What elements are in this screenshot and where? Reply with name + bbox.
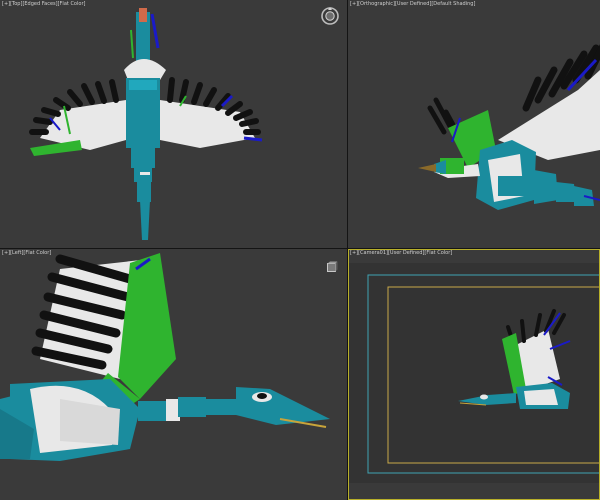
viewport-top[interactable]: [+][Top][Edged Faces][Flat Color] (0, 0, 347, 248)
viewport-shading-label[interactable]: [Edged Faces] (22, 1, 57, 7)
viewport-display-label[interactable]: [Flat Color] (23, 250, 51, 256)
viewport-divider-vertical[interactable] (347, 0, 348, 500)
camera-frame-overlay (348, 263, 600, 483)
viewport-display-label[interactable]: [Flat Color] (58, 1, 86, 7)
viewport-pov-label[interactable]: [Left] (10, 250, 23, 256)
viewport-left[interactable]: [+][Left][Flat Color] (0, 249, 347, 500)
viewport-pov-label[interactable]: [Orthographic] (358, 1, 395, 7)
viewport-shading-label[interactable]: [User Defined] (388, 250, 424, 256)
viewport-camera[interactable]: [+][Camera01][User Defined][Flat Color] (348, 249, 600, 500)
viewport-pov-label[interactable]: [Top] (10, 1, 22, 7)
viewport-label-orthographic[interactable]: [+][Orthographic][User Defined][Default … (350, 1, 475, 8)
viewport-pov-label[interactable]: [Camera01] (358, 250, 388, 256)
viewport-menu-plus[interactable]: [+] (350, 1, 358, 7)
viewport-display-label[interactable]: [Default Shading] (431, 1, 475, 7)
bird-model-orthographic-view[interactable] (348, 0, 600, 248)
viewport-label-camera[interactable]: [+][Camera01][User Defined][Flat Color] (350, 250, 452, 257)
viewport-menu-plus[interactable]: [+] (2, 1, 10, 7)
bird-model-left-view[interactable] (0, 249, 347, 500)
bird-model-top-view[interactable] (0, 0, 347, 248)
viewport-label-top[interactable]: [+][Top][Edged Faces][Flat Color] (2, 1, 85, 8)
viewport-shading-label[interactable]: [User Defined] (395, 1, 431, 7)
viewport-orthographic[interactable]: [+][Orthographic][User Defined][Default … (348, 0, 600, 248)
viewport-menu-plus[interactable]: [+] (2, 250, 10, 256)
viewport-label-left[interactable]: [+][Left][Flat Color] (2, 250, 51, 257)
viewport-divider-horizontal[interactable] (0, 248, 600, 249)
viewport-menu-plus[interactable]: [+] (350, 250, 358, 256)
viewport-display-label[interactable]: [Flat Color] (424, 250, 452, 256)
